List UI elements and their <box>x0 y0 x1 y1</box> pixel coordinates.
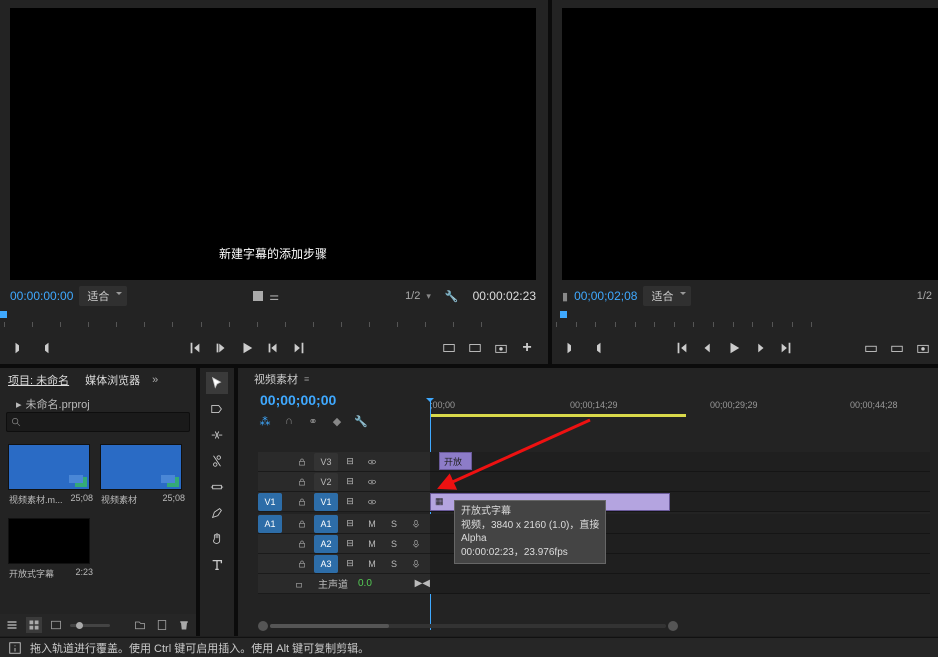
eye-icon[interactable] <box>362 453 382 471</box>
wrench-icon[interactable]: 🔧 <box>445 290 459 303</box>
step-back-icon[interactable] <box>212 339 230 357</box>
settings-icon[interactable]: 🔧 <box>354 414 368 428</box>
play-icon[interactable] <box>238 339 256 357</box>
source-zoom-select[interactable]: 适合 <box>79 286 127 306</box>
clip-tooltip: 开放式字幕 视频，3840 x 2160 (1.0)，直接 Alpha 00:0… <box>454 500 606 564</box>
goto-out-icon[interactable] <box>777 339 795 357</box>
freeform-view-icon[interactable] <box>48 617 64 633</box>
eye-icon[interactable] <box>362 493 382 511</box>
step-fwd-icon[interactable] <box>751 339 769 357</box>
step-fwd-icon[interactable] <box>264 339 282 357</box>
lock-icon[interactable] <box>292 473 312 491</box>
insert-icon[interactable] <box>440 339 458 357</box>
program-monitor[interactable] <box>562 8 938 280</box>
panel-menu-icon[interactable]: ≡ <box>304 374 309 384</box>
tab-media-browser[interactable]: 媒体浏览器 <box>77 368 148 392</box>
track-master[interactable]: 主声道 0.0 ▶◀ <box>258 574 930 594</box>
selection-tool[interactable] <box>206 372 228 394</box>
search-icon <box>11 417 22 428</box>
step-back-icon[interactable] <box>699 339 717 357</box>
program-scrubber[interactable] <box>552 308 938 330</box>
program-zoom-select[interactable]: 适合 <box>643 286 691 306</box>
sequence-name[interactable]: 视频素材 <box>254 371 298 387</box>
source-duration: 00:00:02:23 <box>473 289 536 303</box>
overwrite-icon[interactable] <box>466 339 484 357</box>
status-bar: 拖入轨道进行覆盖。使用 Ctrl 键可启用插入。使用 Alt 键可复制剪辑。 <box>0 637 938 657</box>
razor-tool[interactable] <box>206 450 228 472</box>
panel-menu-icon[interactable]: » <box>152 374 158 386</box>
linked-selection-icon[interactable]: ⚭ <box>306 414 320 428</box>
tab-project[interactable]: 项目: 未命名 <box>0 368 77 392</box>
new-item-icon[interactable] <box>154 617 170 633</box>
project-search-input[interactable] <box>6 412 190 432</box>
extract-icon[interactable] <box>888 339 906 357</box>
marker-icon[interactable]: ◆ <box>330 414 344 428</box>
thumbnail-size-slider[interactable] <box>70 624 110 627</box>
source-resolution[interactable]: 1/2 <box>405 290 420 302</box>
source-timecode[interactable]: 00:00:00:00 <box>10 289 73 303</box>
add-button-icon[interactable]: + <box>518 339 536 357</box>
goto-in-icon[interactable] <box>673 339 691 357</box>
export-frame-icon[interactable] <box>492 339 510 357</box>
stop-icon <box>253 291 263 301</box>
lift-icon[interactable] <box>862 339 880 357</box>
info-icon <box>8 641 22 655</box>
lock-icon[interactable] <box>292 493 312 511</box>
mic-icon[interactable] <box>406 515 426 533</box>
project-filename: ▸未命名.prproj <box>16 396 90 412</box>
mark-in-icon[interactable] <box>10 339 28 357</box>
project-clip[interactable]: 视频素材.m...25;08 <box>8 444 94 506</box>
trash-icon[interactable] <box>176 617 192 633</box>
hand-tool[interactable] <box>206 528 228 550</box>
meter-icon: ▶◀ <box>415 578 430 589</box>
program-timecode[interactable]: 00;00;02;08 <box>574 289 637 303</box>
timeline-zoom-scrollbar[interactable] <box>258 620 678 632</box>
sliders-icon[interactable]: ⚌ <box>269 290 279 303</box>
subtitle-text: 新建字幕的添加步骤 <box>219 245 327 262</box>
source-scrubber[interactable] <box>0 308 548 330</box>
timeline-ruler[interactable]: ;00;00 00;00;14;29 00;00;29;29 00;00;44;… <box>430 400 930 418</box>
mark-out-icon[interactable] <box>588 339 606 357</box>
mark-in-icon[interactable] <box>562 339 580 357</box>
ripple-edit-tool[interactable] <box>206 424 228 446</box>
magnet-icon[interactable]: ∩ <box>282 414 296 428</box>
eye-icon[interactable] <box>362 473 382 491</box>
source-monitor[interactable]: 新建字幕的添加步骤 <box>10 8 536 280</box>
icon-view-icon[interactable] <box>26 617 42 633</box>
track-select-tool[interactable] <box>206 398 228 420</box>
track-v2[interactable]: V2 ⊟ 开放 <box>258 472 930 492</box>
new-bin-icon[interactable] <box>132 617 148 633</box>
type-tool[interactable] <box>206 554 228 576</box>
mark-out-icon[interactable] <box>36 339 54 357</box>
snap-icon[interactable]: ⁂ <box>258 414 272 428</box>
project-clip[interactable]: 开放式字幕2:23 <box>8 518 94 580</box>
export-frame-icon[interactable] <box>914 339 932 357</box>
timeline-timecode[interactable]: 00;00;00;00 <box>260 392 336 408</box>
project-clip[interactable]: 视频素材25;08 <box>100 444 186 506</box>
lock-icon[interactable] <box>292 453 312 471</box>
sync-lock-icon[interactable]: ⊟ <box>340 453 360 471</box>
program-resolution[interactable]: 1/2 <box>917 290 932 302</box>
pen-tool[interactable] <box>206 502 228 524</box>
play-icon[interactable] <box>725 339 743 357</box>
track-v3[interactable]: V3 ⊟ <box>258 452 930 472</box>
slip-tool[interactable] <box>206 476 228 498</box>
dragging-clip[interactable]: 开放 <box>439 452 472 470</box>
list-view-icon[interactable] <box>4 617 20 633</box>
goto-in-icon[interactable] <box>186 339 204 357</box>
goto-out-icon[interactable] <box>290 339 308 357</box>
chevron-down-icon: ▾ <box>426 291 431 302</box>
lock-icon[interactable] <box>292 515 312 533</box>
marker-icon: ▮ <box>562 290 568 303</box>
